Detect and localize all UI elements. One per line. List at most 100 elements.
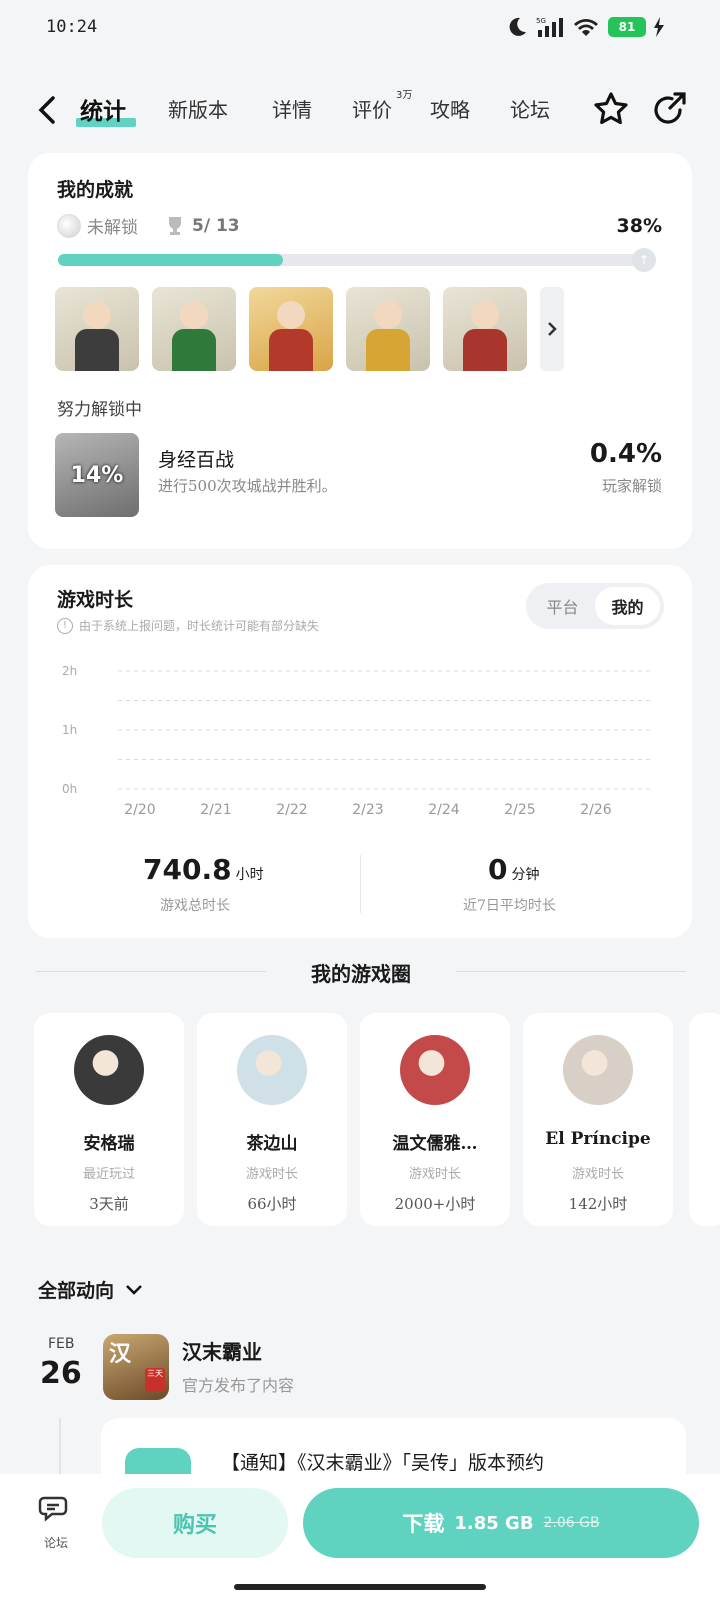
- friend-name: 茶边山: [246, 1134, 298, 1154]
- feed-month: FEB: [48, 1336, 75, 1352]
- game-circle-header: 我的游戏圈: [36, 956, 686, 986]
- avg-playtime-unit: 分钟: [511, 867, 540, 883]
- achievement-thumbnails: [55, 287, 564, 371]
- playtime-note: ! 由于系统上报问题，时长统计可能有部分缺失: [57, 617, 319, 634]
- divider-right: [456, 971, 686, 972]
- stats-divider: [360, 855, 361, 913]
- achievement-thumb[interactable]: [249, 287, 333, 371]
- info-icon: !: [57, 617, 73, 634]
- friend-card[interactable]: 温文儒雅… 游戏时长 2000+小时: [360, 1013, 510, 1226]
- locked-coin-icon: [57, 213, 81, 238]
- in-progress-desc: 进行500次攻城战并胜利。: [158, 477, 337, 495]
- friend-value: 3天前: [89, 1195, 129, 1213]
- moon-icon: [509, 17, 526, 36]
- friend-card-peek[interactable]: [689, 1013, 720, 1226]
- feed-game-name[interactable]: 汉末霸业: [182, 1336, 262, 1365]
- unlock-count: 5/ 13: [192, 215, 240, 236]
- locked-label: 未解锁: [87, 218, 138, 238]
- chart-x-tick: 2/21: [200, 802, 231, 818]
- toggle-mine[interactable]: 我的: [595, 587, 660, 625]
- friend-card[interactable]: 安格瑞 最近玩过 3天前: [34, 1013, 184, 1226]
- achievement-thumb[interactable]: [55, 287, 139, 371]
- total-playtime-label: 游戏总时长: [160, 898, 230, 914]
- tab-reviews[interactable]: 评价: [352, 94, 392, 123]
- feed-filter-dropdown[interactable]: 全部动向: [38, 1276, 144, 1303]
- favorite-star-icon[interactable]: [592, 90, 630, 128]
- progress-end-icon: ↑: [632, 248, 656, 272]
- friend-avatar: [237, 1035, 307, 1105]
- wifi-icon: [574, 19, 598, 36]
- forum-button[interactable]: 论坛: [36, 1494, 76, 1551]
- download-old-size: 2.06 GB: [543, 1515, 600, 1531]
- unlock-rate-label: 玩家解锁: [601, 477, 662, 495]
- top-nav: 统计 新版本 详情 评价 3万 攻略 论坛: [0, 82, 720, 142]
- achievement-percent: 38%: [616, 215, 662, 237]
- achievement-progress-fill: [58, 254, 283, 266]
- status-bar: 10:24 5G 81: [0, 0, 720, 56]
- more-achievements-button[interactable]: [540, 287, 564, 371]
- trophy-count: 5/ 13: [166, 216, 240, 236]
- playtime-chart: 2h 1h 0h 2/20 2/21 2/22 2/23 2/24 2/25 2/26: [62, 665, 650, 818]
- back-arrow-icon[interactable]: [34, 94, 62, 126]
- share-icon[interactable]: [650, 90, 688, 128]
- chart-x-tick: 2/24: [428, 802, 460, 818]
- friend-card[interactable]: El Príncipe 游戏时长 142小时: [523, 1013, 673, 1226]
- achievements-card[interactable]: 我的成就 未解锁 5/ 13 38% ↑ 努力解锁中 14% 身经百战 进行50…: [28, 153, 692, 549]
- playtime-note-text: 由于系统上报问题，时长统计可能有部分缺失: [79, 619, 320, 633]
- in-progress-name: 身经百战: [158, 449, 235, 471]
- game-icon[interactable]: 汉 三天: [103, 1334, 169, 1400]
- friend-name: 温文儒雅…: [392, 1134, 478, 1154]
- achievement-thumb[interactable]: [152, 287, 236, 371]
- friend-card[interactable]: 茶边山 游戏时长 66小时: [197, 1013, 347, 1226]
- download-button[interactable]: 下载 1.85 GB 2.06 GB: [303, 1488, 699, 1558]
- friend-sub: 游戏时长: [245, 1167, 298, 1182]
- toggle-platform[interactable]: 平台: [530, 587, 595, 625]
- chart-x-tick: 2/26: [580, 802, 612, 818]
- in-progress-label: 努力解锁中: [57, 400, 142, 420]
- avg-playtime-value: 0: [488, 853, 508, 886]
- in-progress-achievement-image[interactable]: 14%: [55, 433, 139, 517]
- chart-x-tick: 2/25: [504, 802, 535, 818]
- charging-icon: [654, 17, 664, 37]
- forum-label: 论坛: [43, 1536, 68, 1550]
- chart-y-tick: 0h: [62, 782, 77, 796]
- post-title: 【通知】《汉末霸业》「吴传」版本预约: [221, 1452, 545, 1474]
- game-icon-seal: 三天: [145, 1368, 165, 1392]
- avg-playtime-label: 近7日平均时长: [463, 898, 556, 914]
- reviews-count-badge: 3万: [396, 90, 413, 101]
- status-icons: 5G 81: [506, 16, 664, 38]
- playtime-toggle: 平台 我的: [526, 583, 664, 629]
- tab-new-version[interactable]: 新版本: [168, 94, 228, 123]
- achievements-title: 我的成就: [57, 179, 134, 201]
- buy-button[interactable]: 购买: [102, 1488, 288, 1558]
- achievement-thumb[interactable]: [346, 287, 430, 371]
- signal-icon: 5G: [536, 17, 563, 37]
- friend-value: 66小时: [247, 1195, 297, 1213]
- home-indicator: [234, 1584, 486, 1590]
- friend-avatar: [400, 1035, 470, 1105]
- friend-sub: 游戏时长: [408, 1167, 461, 1182]
- chart-y-tick: 2h: [62, 665, 77, 678]
- achievement-thumb[interactable]: [443, 287, 527, 371]
- forum-chat-icon: [38, 1496, 68, 1522]
- friend-value: 2000+小时: [394, 1195, 476, 1213]
- bottom-action-bar: 论坛 购买 下载 1.85 GB 2.06 GB: [0, 1474, 720, 1600]
- tab-details[interactable]: 详情: [272, 94, 312, 123]
- friend-name: El Príncipe: [545, 1129, 651, 1149]
- tab-forum[interactable]: 论坛: [510, 94, 550, 123]
- status-time: 10:24: [46, 17, 98, 37]
- feed-action: 官方发布了内容: [182, 1376, 295, 1395]
- tab-guides[interactable]: 攻略: [430, 94, 470, 123]
- download-size: 1.85 GB: [454, 1512, 534, 1534]
- feed-day: 26: [40, 1356, 82, 1391]
- game-circle-title: 我的游戏圈: [311, 962, 411, 986]
- unlock-rate: 0.4%: [589, 439, 662, 469]
- achievement-progress-bar: ↑: [58, 248, 656, 272]
- friend-avatar: [563, 1035, 633, 1105]
- locked-summary: 未解锁 5/ 13: [57, 213, 240, 238]
- tab-stats[interactable]: 统计: [80, 92, 126, 126]
- chevron-right-icon: [548, 322, 557, 336]
- network-type-label: 5G: [536, 17, 546, 25]
- in-progress-badge: 14%: [70, 462, 124, 488]
- playtime-card: 游戏时长 ! 由于系统上报问题，时长统计可能有部分缺失 平台 我的 2h 1h 0h…: [28, 565, 692, 938]
